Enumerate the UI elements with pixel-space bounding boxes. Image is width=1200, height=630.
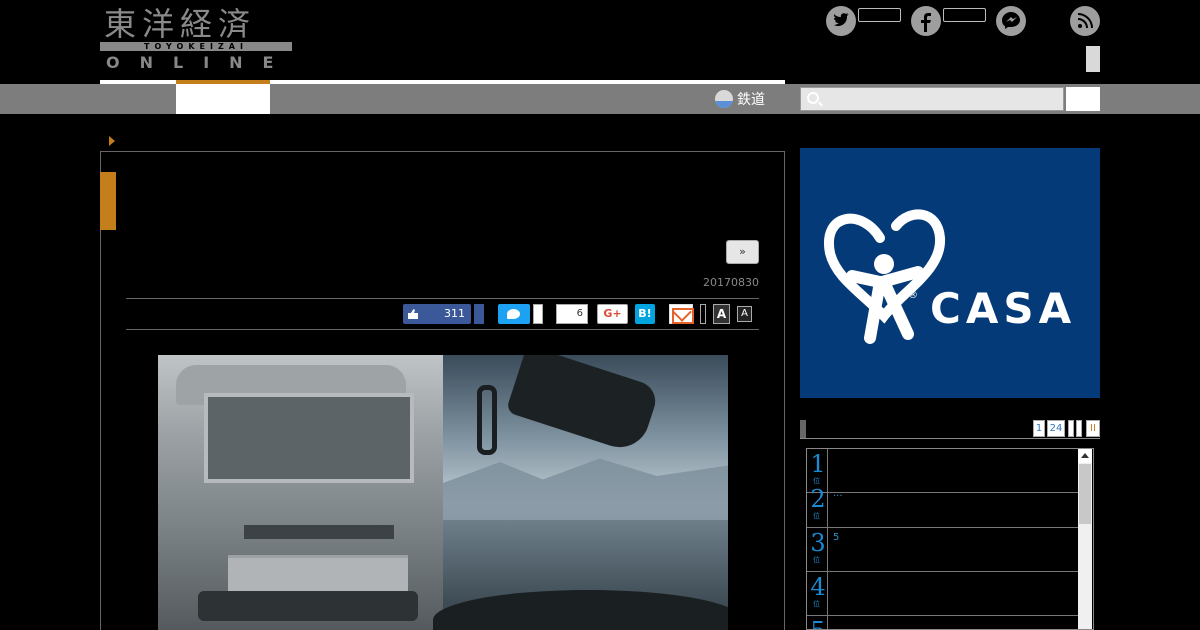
title-marker — [100, 172, 116, 230]
divider-bottom — [126, 329, 759, 330]
facebook-like-count: 311 — [444, 307, 465, 320]
ranking-item[interactable]: 4位 — [807, 572, 1079, 616]
search-input[interactable] — [800, 87, 1064, 111]
search-icon — [807, 92, 819, 104]
page: 東洋経済 TOYOKEIZAI ONLINE 鉄道 » 20170830 311 — [0, 0, 1200, 630]
rank-title: ... — [833, 488, 843, 499]
hatena-count: 6 — [556, 304, 588, 324]
font-size-small-button[interactable]: A — [737, 306, 752, 322]
ranking-tab-3[interactable] — [1068, 420, 1074, 437]
ranking-tab-24[interactable]: 24 — [1047, 420, 1065, 437]
menu-toggle[interactable] — [1086, 46, 1100, 72]
print-button[interactable] — [700, 304, 706, 324]
facebook-follow-count[interactable] — [943, 8, 986, 22]
facebook-like-button[interactable]: 311 — [403, 304, 471, 324]
scroll-thumb[interactable] — [1079, 464, 1091, 524]
sidebar-ad[interactable]: ® CASA — [800, 148, 1100, 398]
ad-brand: CASA — [930, 284, 1077, 333]
facebook-icon[interactable] — [911, 6, 941, 36]
ad-registered-mark: ® — [908, 290, 918, 301]
facebook-share-button[interactable] — [474, 304, 484, 324]
logo-online: ONLINE — [106, 53, 294, 72]
ranking-scrollbar[interactable] — [1078, 449, 1092, 629]
truck-image — [158, 355, 443, 630]
nav-tab-active[interactable] — [176, 84, 270, 114]
tweet-count — [533, 304, 543, 324]
rank-number: 5位 — [809, 616, 827, 629]
thumbs-up-icon — [408, 309, 418, 319]
rank-number: 3位 — [810, 529, 826, 564]
rank-number: 2位 — [810, 485, 826, 520]
gplus-button[interactable]: G+ — [597, 304, 628, 324]
font-size-large-button[interactable]: A — [713, 304, 730, 324]
messenger-icon[interactable] — [996, 6, 1026, 36]
dashcam-image — [433, 355, 728, 630]
ranking-tab-5[interactable]: II — [1086, 420, 1100, 437]
hatena-bookmark-button[interactable]: B! — [635, 304, 655, 324]
ranking-item[interactable]: 2位 ... — [807, 484, 1079, 528]
search-button[interactable] — [1066, 87, 1100, 111]
article-photo — [158, 355, 728, 630]
logo-roman: TOYOKEIZAI — [144, 42, 248, 51]
twitter-icon[interactable] — [826, 6, 856, 36]
rss-icon[interactable] — [1070, 6, 1100, 36]
next-page-button[interactable]: » — [726, 240, 759, 264]
divider-top — [126, 298, 759, 299]
tweet-button[interactable] — [498, 304, 530, 324]
nav-link-rail[interactable]: 鉄道 — [715, 88, 765, 110]
rank-title: 5 — [833, 532, 840, 543]
logo-kanji: 東洋経済 — [104, 5, 257, 43]
twitter-follow-count[interactable] — [858, 8, 901, 22]
ranking-tab-4[interactable] — [1076, 420, 1082, 437]
rail-icon — [715, 90, 733, 108]
site-logo[interactable]: 東洋経済 TOYOKEIZAI ONLINE — [100, 5, 294, 72]
nav-link-rail-label: 鉄道 — [737, 92, 765, 108]
rank-number: 4位 — [810, 573, 826, 608]
mail-icon[interactable] — [669, 304, 694, 324]
scroll-up-icon[interactable] — [1078, 449, 1092, 463]
article-date: 20170830 — [703, 276, 759, 289]
ranking-item[interactable]: 3位 5 — [807, 528, 1079, 572]
ranking-list: 1位 2位 ... 3位 5 4位 5位 — [806, 448, 1094, 630]
breadcrumb-arrow-icon — [109, 136, 115, 146]
ranking-item[interactable]: 5位 — [807, 616, 1079, 629]
ranking-tab-1[interactable]: 1 — [1033, 420, 1045, 437]
